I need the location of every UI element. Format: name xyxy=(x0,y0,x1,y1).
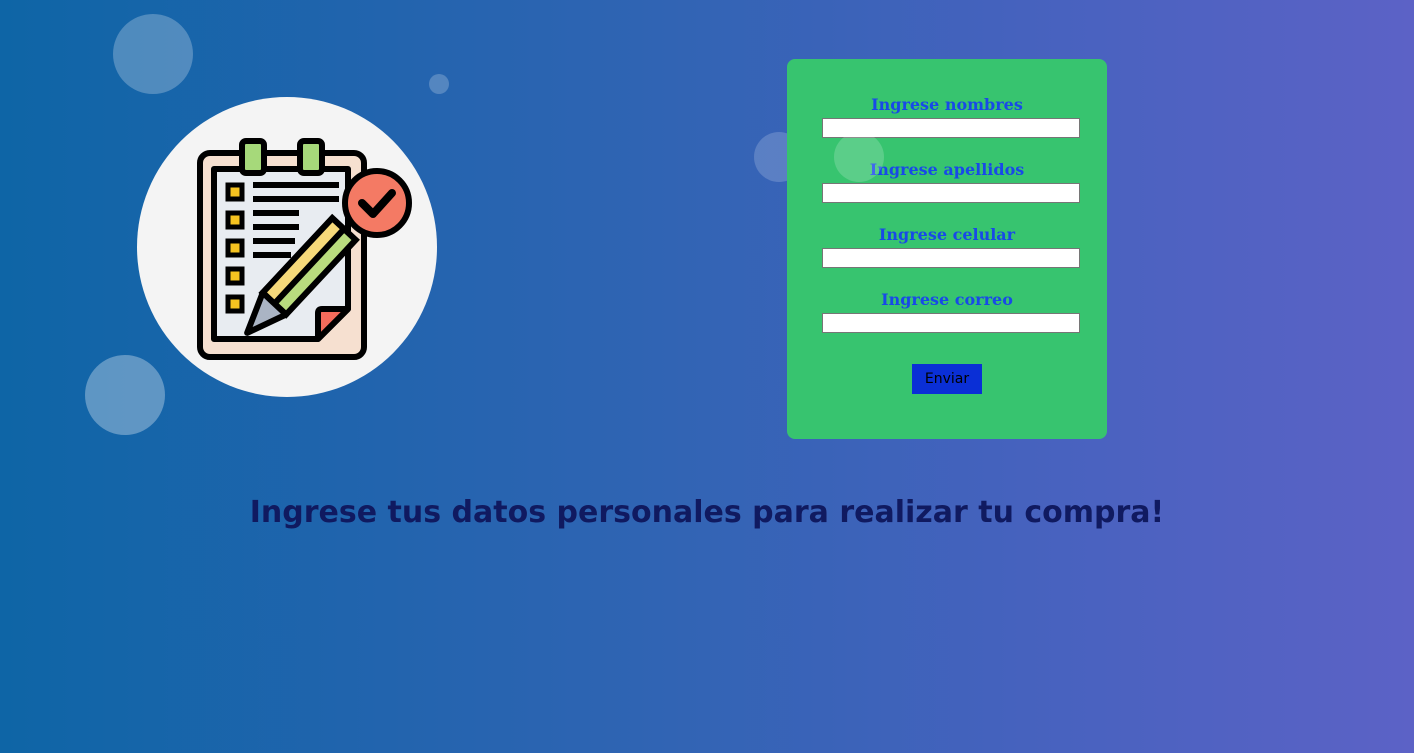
personal-data-form: Ingrese nombres Ingrese apellidos Ingres… xyxy=(787,59,1107,439)
decorative-bubble xyxy=(113,14,193,94)
decorative-bubble xyxy=(429,74,449,94)
nombres-label: Ingrese nombres xyxy=(871,95,1023,114)
correo-label: Ingrese correo xyxy=(881,290,1013,309)
logo-circle xyxy=(137,97,437,397)
checklist-pencil-icon xyxy=(197,138,412,360)
decorative-bubble xyxy=(85,355,165,435)
page-headline: Ingrese tus datos personales para realiz… xyxy=(249,495,1165,530)
correo-input[interactable] xyxy=(822,313,1080,333)
enviar-button[interactable]: Enviar xyxy=(912,364,982,394)
apellidos-input[interactable] xyxy=(822,183,1080,203)
celular-input[interactable] xyxy=(822,248,1080,268)
celular-label: Ingrese celular xyxy=(878,225,1016,244)
decorative-bubble xyxy=(834,132,884,182)
